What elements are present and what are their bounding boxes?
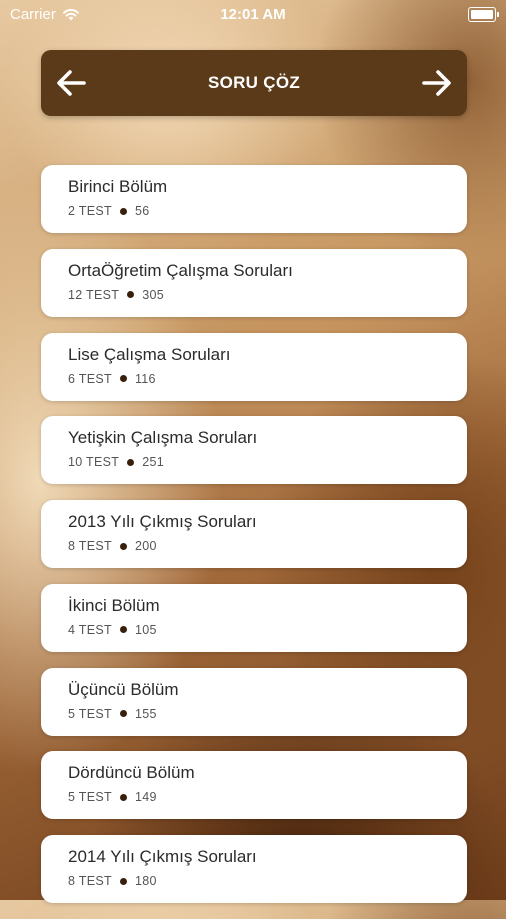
item-title: Birinci Bölüm (68, 177, 168, 196)
battery-icon (468, 7, 499, 22)
bullet-dot-icon (119, 710, 127, 717)
item-question-count: 200 (134, 539, 157, 553)
item-title: 2014 Yılı Çıkmış Soruları (68, 847, 257, 866)
section-list: Birinci Bölüm 2 TEST 56 OrtaÖğretim Çalı… (41, 165, 467, 919)
item-title: Üçüncü Bölüm (68, 679, 179, 699)
item-title: İkinci Bölüm (68, 595, 160, 615)
bullet-dot-icon (119, 207, 127, 215)
item-meta: 2 TEST 56 (68, 204, 467, 218)
item-question-count: 149 (134, 790, 157, 805)
list-item[interactable]: Üçüncü Bölüm 5 TEST 155 (41, 667, 467, 736)
item-test-count: 12 TEST (68, 287, 120, 302)
list-item[interactable]: OrtaÖğretim Çalışma Soruları 12 TEST 305 (41, 248, 467, 317)
item-test-count: 10 TEST (68, 455, 120, 470)
item-title: 2013 Yılı Çıkmış Soruları (68, 512, 257, 531)
item-test-count: 5 TEST (68, 790, 112, 805)
item-question-count: 105 (134, 622, 157, 637)
item-meta: 8 TEST 180 (68, 874, 467, 888)
item-title: OrtaÖğretim Çalışma Soruları (68, 260, 293, 280)
item-test-count: 8 TEST (68, 539, 112, 553)
item-title: Yetişkin Çalışma Soruları (68, 428, 258, 448)
bullet-dot-icon (119, 375, 127, 382)
list-item[interactable]: 2014 Yılı Çıkmış Soruları 8 TEST 180 (41, 835, 467, 903)
item-meta: 12 TEST 305 (68, 288, 467, 302)
item-question-count: 180 (134, 874, 157, 888)
back-button[interactable] (41, 50, 101, 116)
item-meta: 10 TEST 251 (68, 455, 467, 469)
list-item[interactable]: Yetişkin Çalışma Soruları 10 TEST 251 (41, 416, 467, 485)
bullet-dot-icon (127, 458, 135, 466)
item-test-count: 8 TEST (68, 874, 112, 888)
bullet-dot-icon (119, 626, 127, 634)
item-title: Lise Çalışma Soruları (68, 344, 231, 364)
item-question-count: 116 (134, 371, 156, 386)
list-item[interactable]: 2013 Yılı Çıkmış Soruları 8 TEST 200 (41, 500, 467, 568)
list-item[interactable]: Lise Çalışma Soruları 6 TEST 116 (41, 332, 467, 401)
status-bar: Carrier 12:01 AM (0, 0, 506, 30)
item-meta: 4 TEST 105 (68, 623, 467, 637)
list-item[interactable]: İkinci Bölüm 4 TEST 105 (41, 583, 467, 652)
item-question-count: 251 (142, 455, 164, 470)
item-test-count: 4 TEST (68, 622, 112, 637)
list-item[interactable]: Birinci Bölüm 2 TEST 56 (41, 165, 467, 233)
item-question-count: 155 (134, 706, 157, 721)
bullet-dot-icon (119, 877, 127, 885)
bullet-dot-icon (119, 542, 127, 550)
item-meta: 5 TEST 149 (68, 790, 467, 804)
bullet-dot-icon (119, 793, 127, 801)
bullet-dot-icon (127, 291, 135, 299)
item-test-count: 6 TEST (68, 371, 112, 386)
list-item[interactable]: Dördüncü Bölüm 5 TEST 149 (41, 751, 467, 820)
status-time: 12:01 AM (220, 6, 286, 23)
item-meta: 5 TEST 155 (68, 707, 467, 721)
item-test-count: 5 TEST (68, 706, 112, 721)
forward-button[interactable] (407, 50, 467, 116)
item-title: Dördüncü Bölüm (68, 763, 195, 783)
item-meta: 6 TEST 116 (68, 372, 467, 386)
arrow-right-icon (422, 70, 451, 96)
item-test-count: 2 TEST (68, 204, 112, 218)
nav-header: SORU ÇÖZ (41, 50, 467, 116)
item-meta: 8 TEST 200 (68, 539, 467, 553)
item-question-count: 56 (134, 204, 150, 218)
page-title: SORU ÇÖZ (207, 73, 301, 92)
arrow-left-icon (57, 70, 86, 96)
item-question-count: 305 (142, 287, 164, 302)
